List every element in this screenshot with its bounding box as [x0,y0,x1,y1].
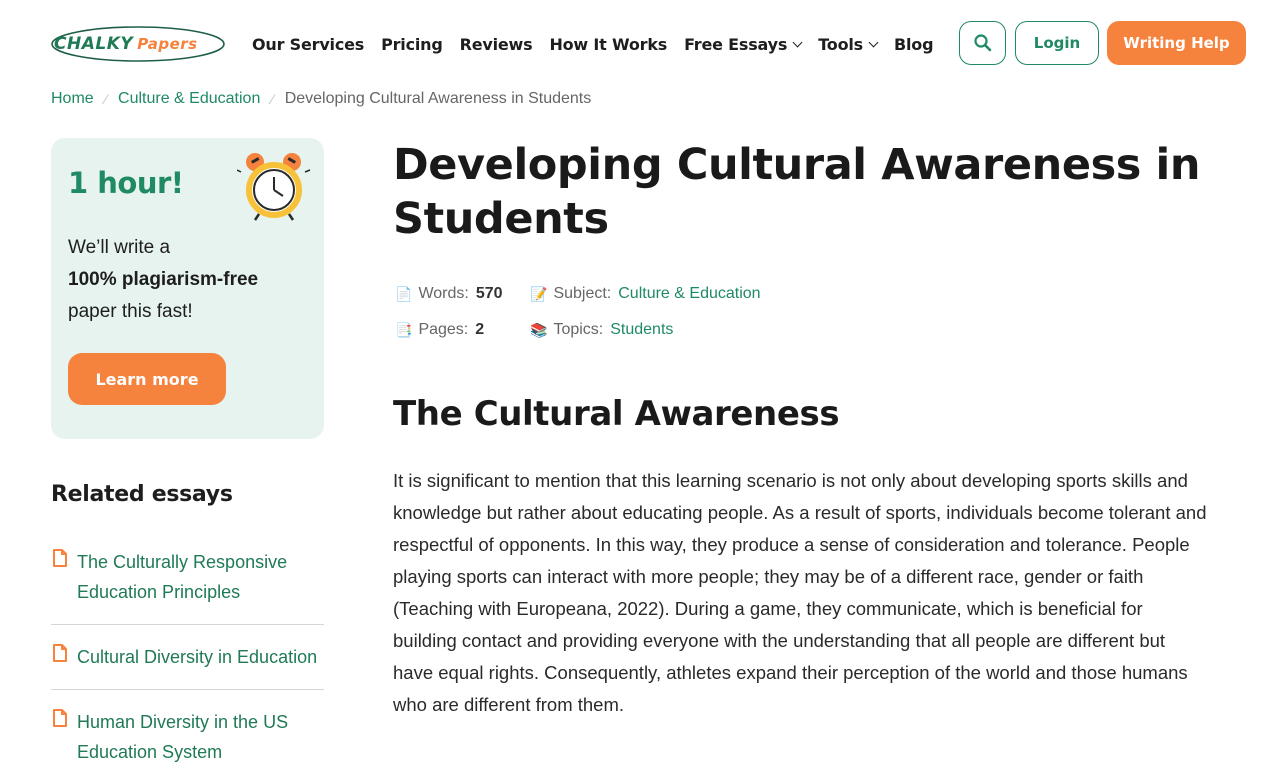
memo-icon: 📝 [530,285,548,302]
page-title: Developing Cultural Awareness in Student… [393,140,1201,244]
related-essay-link[interactable]: Human Diversity in the US Education Syst… [77,707,327,767]
meta-words: 📄 Words: 570 [395,285,503,302]
logo-text-chalky: CHALKY [54,34,134,54]
related-essay-link[interactable]: The Culturally Responsive Education Prin… [77,547,327,607]
alarm-clock-icon [237,153,311,221]
writing-help-button[interactable]: Writing Help [1107,21,1246,65]
nav-item-how-it-works[interactable]: How It Works [549,33,667,55]
meta-topics: 📚 Topics: Students [530,321,674,339]
search-icon [973,34,991,52]
divider [51,689,324,690]
breadcrumb-separator-icon: ⁄ [271,91,274,107]
related-essay-item[interactable]: Cultural Diversity in Education [51,642,324,674]
logo-text-papers: Papers [137,35,198,53]
nav-item-free-essays[interactable]: Free Essays [684,33,803,55]
promo-card: 1 hour! We’ll write a 100% plagiarism-fr… [51,138,324,439]
meta-pages: 📑 Pages: 2 [395,321,485,338]
breadcrumb-culture-education[interactable]: Culture & Education [118,90,260,108]
breadcrumb: Home ⁄ Culture & Education ⁄ Developing … [51,90,591,108]
chevron-down-icon [868,37,879,47]
breadcrumb-current: Developing Cultural Awareness in Student… [284,90,592,107]
related-essay-item[interactable]: The Culturally Responsive Education Prin… [51,547,324,609]
nav-item-our-services[interactable]: Our Services [252,33,364,55]
document-icon [53,709,67,727]
login-button[interactable]: Login [1015,21,1099,65]
nav-item-blog[interactable]: Blog [894,33,934,55]
topics-link[interactable]: Students [610,321,673,339]
article-paragraph: It is significant to mention that this l… [393,470,1207,715]
section-title: The Cultural Awareness [393,394,840,434]
breadcrumb-separator-icon: ⁄ [104,91,108,107]
site-logo[interactable]: CHALKY Papers [50,24,228,64]
meta-subject: 📝 Subject: Culture & Education [530,285,761,303]
site-header: CHALKY Papers Our Services Pricing Review… [0,0,1280,88]
nav-item-reviews[interactable]: Reviews [460,33,533,55]
nav-item-pricing[interactable]: Pricing [381,33,443,55]
books-icon: 📚 [530,321,548,338]
related-essay-item[interactable]: Human Diversity in the US Education Syst… [51,707,324,768]
pages-icon: 📑 [395,321,413,338]
subject-link[interactable]: Culture & Education [618,285,760,303]
related-essays-title: Related essays [51,482,233,507]
document-icon [53,644,67,662]
document-icon [53,549,67,567]
main-nav: Our Services Pricing Reviews How It Work… [252,33,950,55]
breadcrumb-home[interactable]: Home [51,90,94,108]
search-button[interactable] [959,21,1006,65]
learn-more-button[interactable]: Learn more [68,353,226,405]
promo-text: We’ll write a 100% plagiarism-free paper… [68,237,259,322]
chevron-down-icon [792,37,803,47]
document-icon: 📄 [395,285,413,302]
divider [51,624,324,625]
promo-title: 1 hour! [68,166,184,200]
nav-item-tools[interactable]: Tools [818,33,879,55]
related-essay-link[interactable]: Cultural Diversity in Education [77,642,337,672]
